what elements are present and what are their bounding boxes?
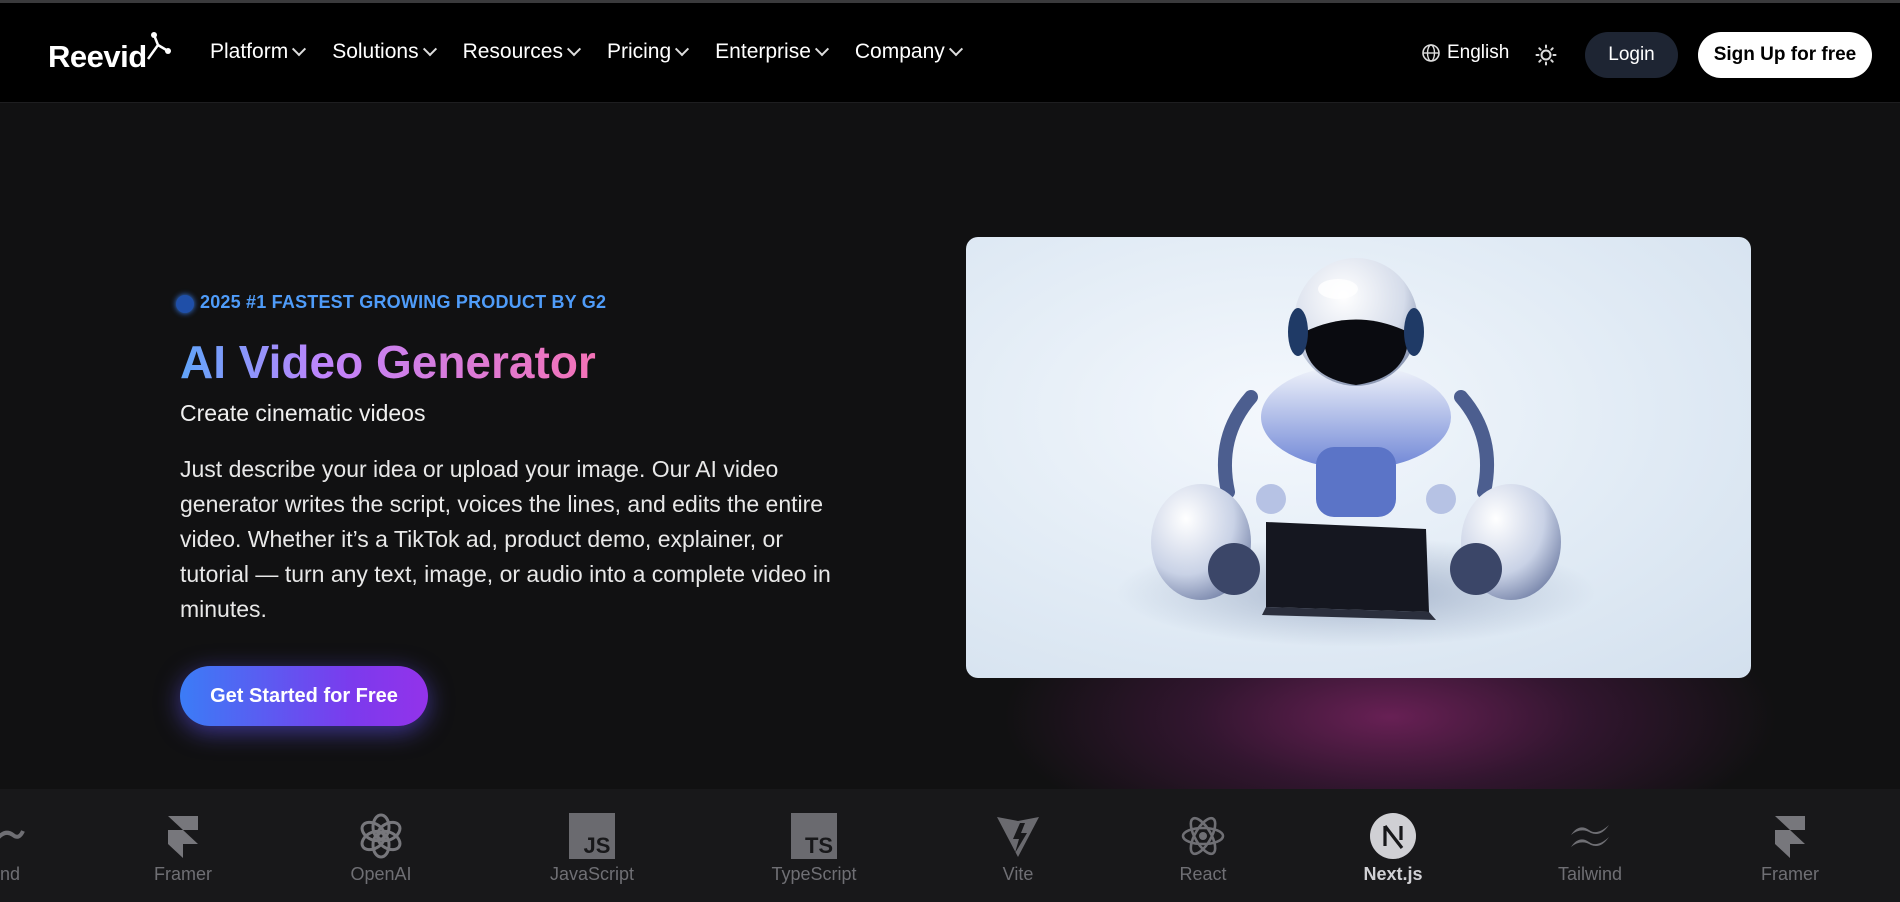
tech-logo-vite: Vite (978, 789, 1058, 902)
svg-text:TS: TS (805, 833, 833, 858)
top-navigation: Reevid Platform Solutions Resources Pric… (0, 0, 1900, 103)
nav-item-enterprise[interactable]: Enterprise (715, 40, 829, 64)
tech-logo-react: React (1163, 789, 1243, 902)
hero-subtitle: Create cinematic videos (180, 400, 426, 426)
chevron-down-icon (675, 42, 690, 57)
nav-item-solutions[interactable]: Solutions (332, 40, 437, 64)
hero-description: Just describe your idea or upload your i… (180, 456, 831, 622)
robot-illustration (1116, 258, 1596, 647)
tech-logo-framer: Framer (143, 789, 223, 902)
typescript-icon: TS (791, 811, 837, 861)
language-selector[interactable]: English (1421, 42, 1509, 64)
nav-item-label: Platform (210, 40, 289, 63)
hero-title: AI Video Generator (180, 336, 596, 388)
chevron-down-icon (292, 42, 307, 57)
tech-logo-label: TypeScript (771, 864, 857, 884)
tech-logo-label: JavaScript (549, 864, 635, 884)
nav-item-label: Resources (462, 40, 563, 63)
globe-icon (1422, 44, 1440, 62)
tech-logo-tailwind-partial: nd (0, 789, 40, 902)
chevron-down-icon (422, 42, 437, 57)
logo-text: Reevid (48, 39, 147, 74)
tech-logo-label: Next.js (1363, 864, 1423, 884)
tailwind-icon (1567, 811, 1613, 861)
tech-logo-label: nd (0, 864, 21, 884)
signup-button[interactable]: Sign Up for free (1698, 32, 1872, 78)
javascript-icon: JS (569, 811, 615, 861)
tech-logo-label: Tailwind (1557, 864, 1623, 884)
logo-node-icon (146, 32, 171, 60)
tech-logo-label: OpenAI (350, 864, 412, 884)
chevron-down-icon (566, 42, 582, 57)
openai-icon (358, 811, 404, 861)
nav-item-pricing[interactable]: Pricing (606, 40, 690, 64)
reevid-logo[interactable]: Reevid (48, 31, 171, 75)
nav-item-label: Company (854, 40, 945, 63)
nextjs-icon (1370, 811, 1416, 861)
tech-logo-strip: nd Framer OpenAI JS JavaScript TS TypeSc… (0, 789, 1900, 902)
theme-toggle[interactable] (1535, 44, 1557, 71)
nav-item-company[interactable]: Company (854, 40, 963, 64)
badge-text: 2025 #1 FASTEST GROWING PRODUCT BY G2 (200, 291, 607, 312)
nav-item-label: Pricing (606, 40, 672, 63)
react-icon (1180, 811, 1226, 861)
framer-icon (166, 811, 200, 861)
robot-hero-image (966, 237, 1751, 678)
tech-logo-tailwind: Tailwind (1550, 789, 1630, 902)
framer-icon (1773, 811, 1807, 861)
tailwind-icon (0, 811, 25, 861)
login-button[interactable]: Login (1585, 32, 1678, 78)
tech-logo-typescript: TS TypeScript (764, 789, 864, 902)
tech-logo-openai: OpenAI (341, 789, 421, 902)
tech-logo-label: Framer (154, 864, 212, 884)
tech-logo-nextjs: Next.js (1353, 789, 1433, 902)
tech-logo-label: Vite (1002, 864, 1034, 884)
nav-item-label: Solutions (332, 40, 419, 63)
main-menu: Platform Solutions Resources Pricing Ent… (210, 40, 963, 64)
chevron-down-icon (948, 42, 963, 57)
nav-item-label: Enterprise (715, 40, 811, 63)
svg-text:JS: JS (584, 833, 611, 858)
language-label: English (1447, 42, 1510, 63)
tech-logo-label: React (1179, 864, 1227, 884)
tech-logo-label: Framer (1761, 864, 1819, 884)
sun-icon (1535, 44, 1557, 66)
chevron-down-icon (814, 42, 829, 57)
award-badge: 2025 #1 FASTEST GROWING PRODUCT BY G2 (176, 291, 606, 313)
nav-item-platform[interactable]: Platform (210, 40, 307, 64)
get-started-button[interactable]: Get Started for Free (180, 666, 428, 726)
tech-logo-framer: Framer (1750, 789, 1830, 902)
badge-dot-icon (176, 295, 194, 313)
nav-item-resources[interactable]: Resources (462, 40, 582, 64)
tech-logo-javascript: JS JavaScript (542, 789, 642, 902)
vite-icon (995, 811, 1041, 861)
